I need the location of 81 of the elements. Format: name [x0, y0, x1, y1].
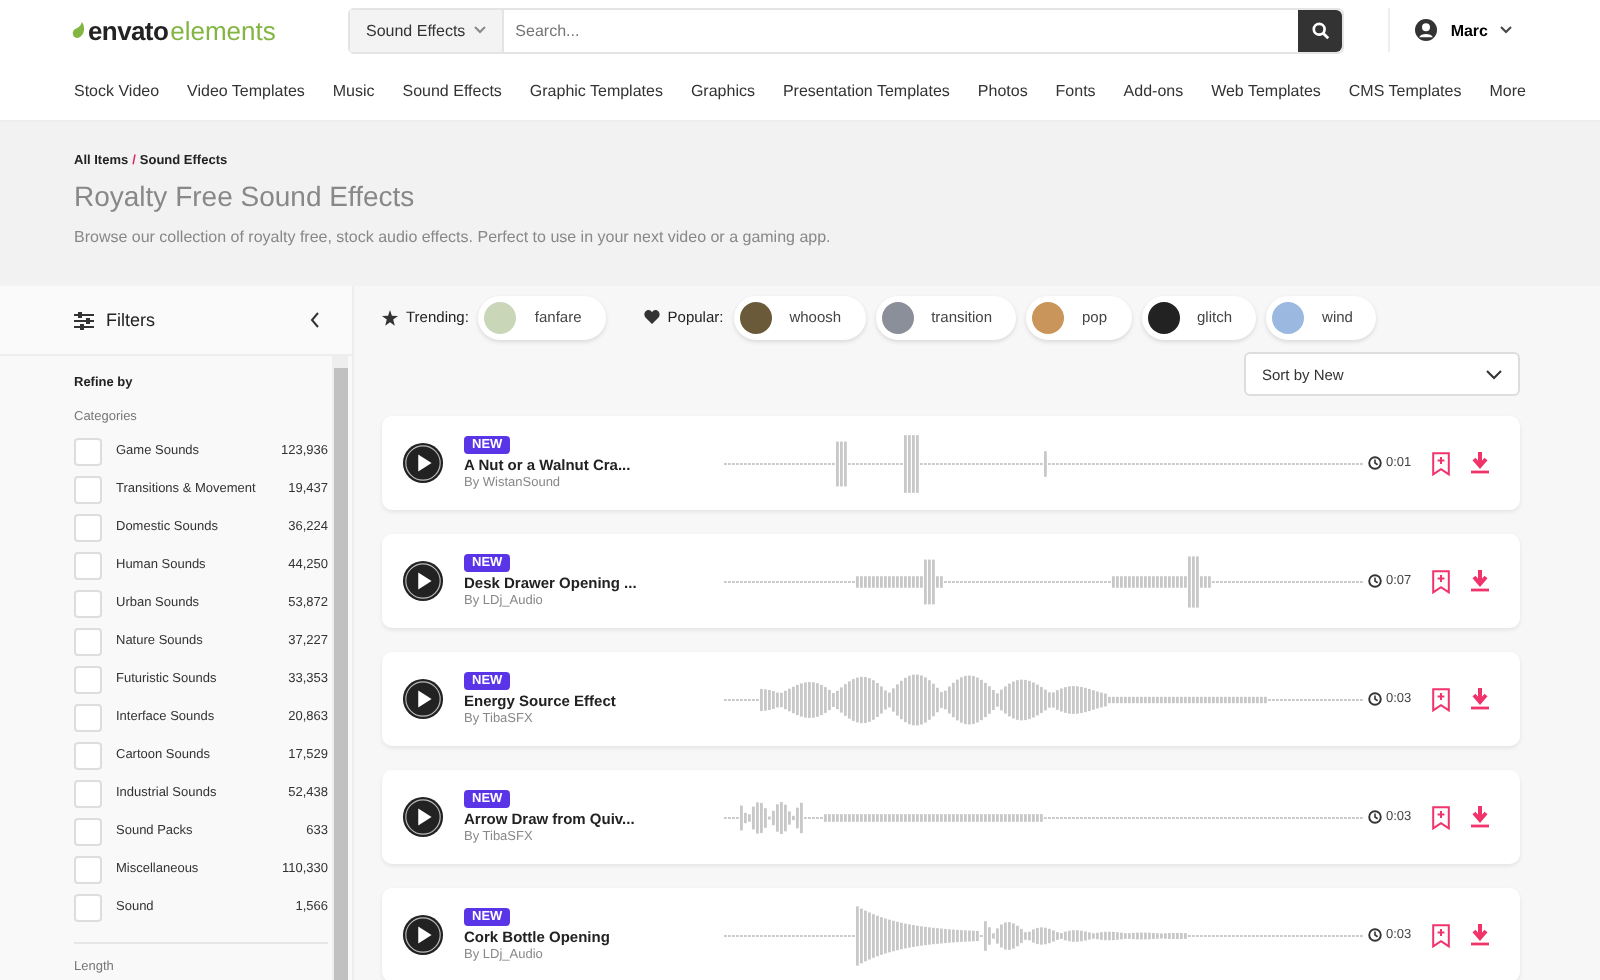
page-title: Royalty Free Sound Effects	[74, 180, 417, 212]
checkbox[interactable]	[74, 855, 102, 883]
search-field[interactable]: Search...	[503, 9, 1299, 51]
bookmark-button[interactable]	[1431, 923, 1450, 947]
download-icon	[1469, 688, 1490, 710]
chevron-down-icon	[1500, 26, 1512, 34]
nav-link[interactable]: Presentation Templates	[782, 81, 950, 99]
download-icon	[1469, 570, 1490, 592]
play-icon	[402, 560, 444, 602]
nav-link[interactable]: Graphics	[690, 81, 755, 99]
download-button[interactable]	[1469, 806, 1490, 828]
checkbox[interactable]	[74, 627, 102, 655]
clock-icon	[1368, 574, 1382, 588]
leaf-icon	[72, 22, 86, 38]
checkbox[interactable]	[74, 475, 102, 503]
nav-link[interactable]: Photos	[977, 81, 1028, 99]
chevron-down-icon	[1486, 369, 1502, 379]
play-button[interactable]	[402, 560, 444, 602]
checkbox[interactable]	[74, 665, 102, 693]
logo-product: elements	[170, 15, 276, 45]
bookmark-button[interactable]	[1431, 451, 1450, 475]
nav-link[interactable]: Add-ons	[1123, 81, 1184, 99]
clock-icon	[1368, 692, 1382, 706]
filters-title: Filters	[106, 310, 157, 330]
play-button[interactable]	[402, 678, 444, 720]
logo-brand: envato	[88, 15, 169, 45]
heart-icon	[643, 310, 660, 324]
download-icon	[1469, 452, 1490, 474]
nav-link[interactable]: Graphic Templates	[529, 81, 663, 99]
nav-link[interactable]: Web Templates	[1211, 81, 1321, 99]
search-icon	[1311, 21, 1330, 39]
download-icon	[1469, 924, 1490, 946]
checkbox[interactable]	[74, 551, 102, 579]
star-icon	[382, 309, 398, 325]
user-icon	[1414, 18, 1439, 42]
play-button[interactable]	[402, 442, 444, 484]
nav-link[interactable]: CMS Templates	[1348, 81, 1462, 99]
checkbox[interactable]	[74, 703, 102, 731]
checkbox[interactable]	[74, 893, 102, 921]
clock-icon	[1368, 456, 1382, 470]
nav-link[interactable]: Video Templates	[187, 81, 305, 99]
nav-link[interactable]: Music	[332, 81, 375, 99]
download-button[interactable]	[1469, 688, 1490, 710]
category-dropdown[interactable]: Sound Effects	[350, 9, 504, 51]
checkbox[interactable]	[74, 513, 102, 541]
page-description: Browse our collection of royalty free, stock audio effects. Perfect to use in your next video or a gaming app.	[74, 228, 833, 246]
nav-link[interactable]: Stock Video	[74, 81, 160, 99]
chevron-down-icon	[473, 26, 486, 34]
play-button[interactable]	[402, 914, 444, 956]
checkbox[interactable]	[74, 741, 102, 769]
nav-link[interactable]: More	[1489, 81, 1526, 99]
collapse-icon[interactable]	[310, 312, 320, 328]
bookmark-icon	[1431, 451, 1450, 475]
nav-link[interactable]: Sound Effects	[402, 81, 502, 99]
bookmark-button[interactable]	[1431, 569, 1450, 593]
scrollbar[interactable]	[332, 356, 348, 980]
clock-icon	[1368, 810, 1382, 824]
nav-link[interactable]: Fonts	[1055, 81, 1096, 99]
bookmark-icon	[1431, 805, 1450, 829]
download-button[interactable]	[1469, 570, 1490, 592]
play-icon	[402, 914, 444, 956]
play-button[interactable]	[402, 796, 444, 838]
checkbox[interactable]	[74, 589, 102, 617]
checkbox[interactable]	[74, 817, 102, 845]
download-icon	[1469, 806, 1490, 828]
play-icon	[402, 796, 444, 838]
bookmark-button[interactable]	[1431, 805, 1450, 829]
sliders-icon	[74, 311, 94, 329]
bookmark-button[interactable]	[1431, 687, 1450, 711]
play-icon	[402, 678, 444, 720]
bookmark-icon	[1431, 923, 1450, 947]
checkbox[interactable]	[74, 779, 102, 807]
download-button[interactable]	[1469, 924, 1490, 946]
clock-icon	[1368, 928, 1382, 942]
bookmark-icon	[1431, 569, 1450, 593]
checkbox[interactable]	[74, 437, 102, 465]
download-button[interactable]	[1469, 452, 1490, 474]
bookmark-icon	[1431, 687, 1450, 711]
search-button[interactable]	[1298, 9, 1343, 51]
user-menu[interactable]: Marc	[1388, 8, 1524, 52]
play-icon	[402, 442, 444, 484]
